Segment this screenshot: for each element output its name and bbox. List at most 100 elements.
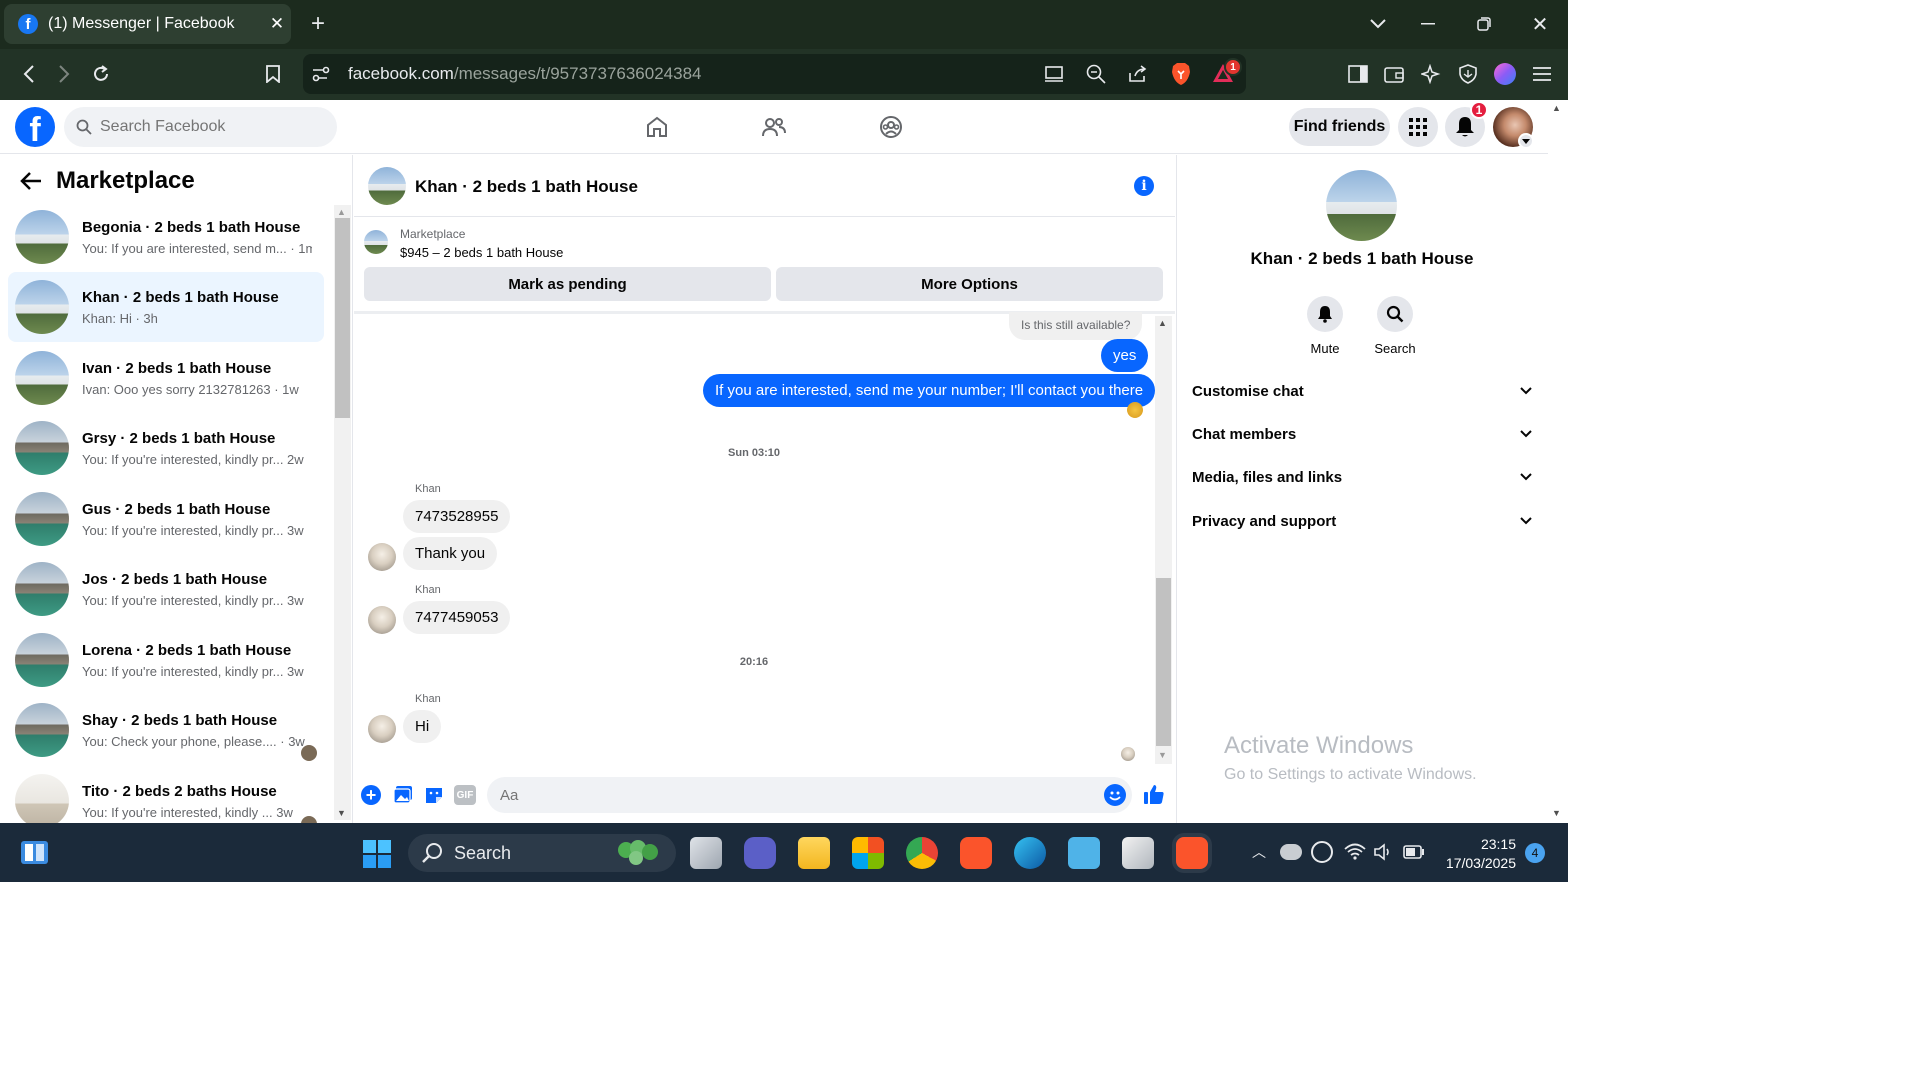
incoming-message[interactable]: Hi xyxy=(403,710,442,743)
profile-icon[interactable] xyxy=(1494,63,1516,85)
menu-grid-button[interactable] xyxy=(1398,107,1438,147)
accordion-media-files-links[interactable]: Media, files and links xyxy=(1192,462,1532,492)
taskbar-search[interactable]: Search xyxy=(408,834,676,872)
accordion-chat-members[interactable]: Chat members xyxy=(1192,419,1532,449)
leo-ai-icon[interactable] xyxy=(1420,63,1442,85)
url-text[interactable]: facebook.com/messages/t/9573737636024384 xyxy=(348,64,702,84)
sender-avatar[interactable] xyxy=(368,715,396,743)
tab-search-chevron-icon[interactable] xyxy=(1366,12,1390,36)
restore-icon[interactable] xyxy=(1472,12,1496,36)
notification-center-badge[interactable]: 4 xyxy=(1525,843,1545,863)
tray-overflow-icon[interactable]: ︿ xyxy=(1252,842,1266,862)
widgets-icon[interactable] xyxy=(20,839,49,866)
accordion-customise-chat[interactable]: Customise chat xyxy=(1192,376,1532,406)
info-icon[interactable]: i xyxy=(1134,176,1154,196)
like-icon[interactable] xyxy=(1143,783,1165,807)
brave-active-icon[interactable] xyxy=(1176,837,1208,869)
sidebar-toggle-icon[interactable] xyxy=(1347,63,1369,85)
reload-icon[interactable] xyxy=(89,62,113,86)
share-icon[interactable] xyxy=(1127,63,1149,85)
accordion-privacy-support[interactable]: Privacy and support xyxy=(1192,506,1532,536)
facebook-search-input[interactable] xyxy=(100,118,300,136)
battery-icon[interactable] xyxy=(1403,845,1425,859)
page-scroll-down-icon[interactable]: ▼ xyxy=(1552,808,1561,818)
file-explorer-icon[interactable] xyxy=(798,837,830,869)
conversation-item[interactable]: Lorena · 2 beds 1 bath House You: If you'… xyxy=(8,625,324,695)
emoji-icon[interactable] xyxy=(1104,784,1126,806)
zoom-out-icon[interactable] xyxy=(1085,63,1107,85)
tab-close-icon[interactable]: ✕ xyxy=(263,14,291,34)
menu-icon[interactable] xyxy=(1531,64,1553,84)
close-window-icon[interactable]: ✕ xyxy=(1528,12,1552,36)
outgoing-message[interactable]: If you are interested, send me your numb… xyxy=(703,374,1156,407)
search-conversation-icon[interactable] xyxy=(1377,296,1413,332)
page-scroll-up-icon[interactable]: ▲ xyxy=(1552,103,1561,113)
brave-shields-icon[interactable] xyxy=(1170,62,1192,86)
conversation-item[interactable]: Khan · 2 beds 1 bath House Khan: Hi · 3h xyxy=(8,272,324,342)
facebook-search[interactable] xyxy=(64,107,337,147)
account-chevron-icon[interactable] xyxy=(1518,133,1534,149)
chat-avatar[interactable] xyxy=(368,167,406,205)
listing-price[interactable]: $945 – 2 beds 1 bath House xyxy=(400,245,563,260)
mute-bell-icon[interactable] xyxy=(1307,296,1343,332)
outgoing-message[interactable]: yes xyxy=(1101,339,1149,372)
wallet-icon[interactable] xyxy=(1383,63,1405,85)
notepad-icon[interactable] xyxy=(1068,837,1100,869)
mark-as-pending-button[interactable]: Mark as pending xyxy=(364,267,771,301)
find-friends-button[interactable]: Find friends xyxy=(1289,108,1390,146)
wifi-icon[interactable] xyxy=(1344,843,1366,861)
scroll-down-arrow-icon[interactable]: ▼ xyxy=(337,808,346,818)
site-settings-icon[interactable] xyxy=(310,63,332,85)
nav-groups-icon[interactable] xyxy=(867,110,915,144)
attach-photo-icon[interactable] xyxy=(393,785,413,805)
conversation-list-scroll-thumb[interactable] xyxy=(335,218,350,418)
more-options-button[interactable]: More Options xyxy=(776,267,1163,301)
incoming-message[interactable]: 7477459053 xyxy=(403,601,511,634)
message-input[interactable] xyxy=(487,777,1047,813)
nav-home-icon[interactable] xyxy=(633,110,681,144)
new-tab-icon[interactable]: + xyxy=(305,10,331,38)
onedrive-icon[interactable] xyxy=(1280,844,1302,860)
browser-tab[interactable]: f (1) Messenger | Facebook ✕ xyxy=(4,4,291,44)
sender-avatar[interactable] xyxy=(368,606,396,634)
edge-icon[interactable] xyxy=(1014,837,1046,869)
system-clock[interactable]: 23:15 17/03/2025 xyxy=(1430,835,1516,873)
chat-title[interactable]: Khan · 2 beds 1 bath House xyxy=(415,177,638,197)
chrome-icon[interactable] xyxy=(906,837,938,869)
nav-friends-icon[interactable] xyxy=(750,110,798,144)
task-view-icon[interactable] xyxy=(690,837,722,869)
incoming-message[interactable]: 7473528955 xyxy=(403,500,511,533)
reaction-icon[interactable] xyxy=(1127,402,1143,418)
listing-thumbnail[interactable] xyxy=(364,230,388,254)
replied-message-preview[interactable]: Is this still available? xyxy=(1009,312,1143,340)
chat-scroll-thumb[interactable] xyxy=(1156,578,1171,746)
conversation-item[interactable]: Shay · 2 beds 1 bath House You: Check you… xyxy=(8,695,324,765)
teams-icon[interactable] xyxy=(744,837,776,869)
conversation-item[interactable]: Jos · 2 beds 1 bath House You: If you're … xyxy=(8,554,324,624)
brave-icon[interactable] xyxy=(960,837,992,869)
message-input-wrapper[interactable] xyxy=(487,777,1132,813)
microsoft-store-icon[interactable] xyxy=(852,837,884,869)
sender-avatar[interactable] xyxy=(368,543,396,571)
volume-icon[interactable] xyxy=(1373,843,1393,861)
conversation-item[interactable]: Grsy · 2 beds 1 bath House You: If you're… xyxy=(8,413,324,483)
chat-info-avatar[interactable] xyxy=(1326,170,1397,241)
snipping-tool-icon[interactable] xyxy=(1122,837,1154,869)
bookmark-icon[interactable] xyxy=(262,62,284,86)
facebook-logo-icon[interactable]: f xyxy=(15,107,55,147)
chat-scroll-up-icon[interactable]: ▲ xyxy=(1158,318,1167,328)
chat-scroll-down-icon[interactable]: ▼ xyxy=(1158,750,1167,760)
incoming-message[interactable]: Thank you xyxy=(403,537,498,570)
page-scrollbar[interactable] xyxy=(1548,100,1568,823)
more-actions-plus-icon[interactable]: + xyxy=(361,785,381,805)
mute-action[interactable]: Mute xyxy=(1295,296,1355,356)
vpn-icon[interactable] xyxy=(1457,63,1479,85)
conversation-item[interactable]: Begonia · 2 beds 1 bath House You: If you… xyxy=(8,202,324,272)
back-arrow-icon[interactable] xyxy=(20,171,44,193)
sync-icon[interactable] xyxy=(1311,841,1333,863)
conversation-item[interactable]: Gus · 2 beds 1 bath House You: If you're … xyxy=(8,484,324,554)
conversation-item[interactable]: Ivan · 2 beds 1 bath House Ivan: Ooo yes … xyxy=(8,343,324,413)
windows-start-icon[interactable] xyxy=(362,839,392,869)
sticker-icon[interactable] xyxy=(424,785,444,805)
back-icon[interactable] xyxy=(17,62,41,86)
